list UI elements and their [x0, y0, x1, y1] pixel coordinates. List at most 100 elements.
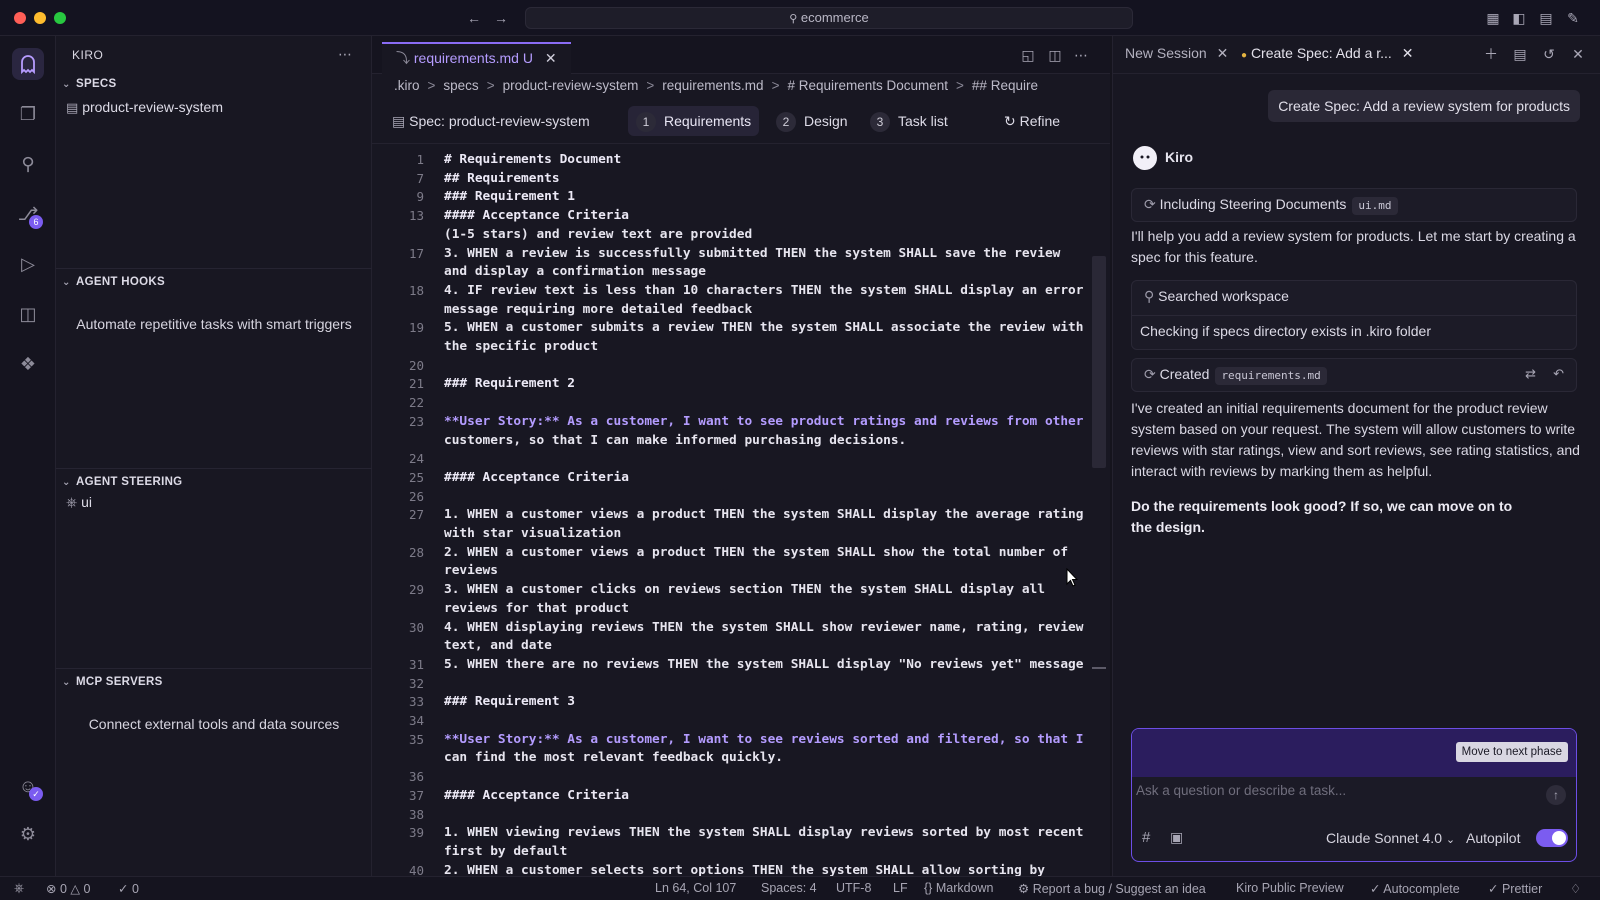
close-panel-icon[interactable]: ✕ — [1569, 45, 1587, 63]
toggle-panel-icon[interactable]: ▤ — [1537, 9, 1555, 27]
search-workspace-card[interactable]: ⚲ Searched workspace Checking if specs d… — [1131, 280, 1577, 350]
chat-tabs: New Session ✕ ● Create Spec: Add a r... … — [1113, 36, 1600, 74]
line-ending[interactable]: LF — [893, 881, 908, 895]
indentation[interactable]: Spaces: 4 — [761, 881, 817, 895]
close-tab-icon[interactable]: ✕ — [1402, 45, 1414, 61]
preview-label[interactable]: Kiro Public Preview — [1236, 881, 1344, 895]
ide-window: ← → ⚲ ecommerce ▦ ◧ ▤ ✎ ❐ ⚲ ⎇ 6 ▷ ◫ ❖ ☺ … — [0, 0, 1600, 900]
spec-label[interactable]: ▤ Spec: product-review-system — [384, 106, 598, 136]
more-actions-icon[interactable]: ⋯ — [338, 46, 352, 63]
breadcrumb-segment[interactable]: requirements.md — [662, 78, 763, 93]
split-editor-icon[interactable]: ◫ — [1046, 46, 1064, 64]
tab-create-spec[interactable]: ● Create Spec: Add a r... ✕ — [1241, 45, 1413, 62]
layout-icon[interactable]: ▦ — [1484, 9, 1502, 27]
agent-question-text: Do the requirements look good? If so, we… — [1131, 498, 1513, 535]
agent-steering-section-header[interactable]: ⌄ AGENT STEERING — [62, 476, 182, 488]
autocomplete-status[interactable]: ✓ Autocomplete — [1370, 881, 1460, 896]
minimize-window-button[interactable] — [34, 12, 46, 24]
line-number: 37 — [408, 787, 424, 803]
open-preview-icon[interactable]: ◱ — [1019, 46, 1037, 64]
breadcrumb-segment[interactable]: ## Require — [972, 78, 1038, 93]
tab-requirements-md[interactable]: ⤵ requirements.md U ✕ — [382, 42, 571, 74]
line-number: 25 — [408, 469, 424, 485]
move-to-next-phase-button[interactable]: Move to next phase — [1455, 742, 1568, 762]
code-line: 4. IF review text is less than 10 charac… — [444, 282, 1084, 298]
markdown-pin-icon: ⤵ — [396, 50, 410, 66]
close-window-button[interactable] — [14, 12, 26, 24]
search-icon: ⚲ — [1144, 288, 1155, 304]
cursor-position[interactable]: Ln 64, Col 107 — [655, 881, 736, 895]
close-tab-icon[interactable]: ✕ — [1217, 45, 1229, 61]
kiro-ghost-icon[interactable] — [12, 48, 44, 80]
language-mode[interactable]: {} Markdown — [924, 881, 994, 895]
line-number: 36 — [408, 769, 424, 785]
check-icon: ✓ — [1370, 882, 1381, 896]
mcp-servers-section-header[interactable]: ⌄ MCP SERVERS — [62, 676, 163, 688]
breadcrumb-segment[interactable]: product-review-system — [503, 78, 639, 93]
editor-tabs: ⤵ requirements.md U ✕ ◱ ◫ ⋯ — [372, 36, 1110, 74]
prettier-status[interactable]: ✓ Prettier — [1488, 881, 1542, 896]
created-file-card[interactable]: ⟳ Created requirements.md ⇄ ↶ — [1131, 358, 1577, 392]
toggle-sidebar-icon[interactable]: ◧ — [1510, 9, 1528, 27]
autopilot-toggle[interactable] — [1536, 829, 1568, 847]
extensions-icon[interactable]: ❖ — [12, 348, 44, 380]
new-session-plus-icon[interactable]: ＋ — [1482, 45, 1500, 63]
breadcrumb-segment[interactable]: specs — [443, 78, 478, 93]
sessions-list-icon[interactable]: ▤ — [1511, 45, 1529, 63]
run-debug-icon[interactable]: ▷ — [12, 248, 44, 280]
file-chip[interactable]: ui.md — [1352, 197, 1398, 215]
revert-icon[interactable]: ↶ — [1553, 366, 1564, 382]
breadcrumb-segment[interactable]: .kiro — [394, 78, 420, 93]
editor-scrollbar[interactable] — [1092, 256, 1106, 468]
ports-indicator[interactable]: ✓ 0 — [118, 881, 139, 896]
steering-docs-card[interactable]: ⟳ Including Steering Documents ui.md — [1131, 188, 1577, 222]
back-arrow-icon[interactable]: ← — [465, 9, 483, 27]
close-tab-icon[interactable]: ✕ — [545, 50, 557, 66]
breadcrumb-separator: > — [486, 78, 495, 93]
line-number: 30 — [408, 619, 424, 635]
report-bug-link[interactable]: ⚙ Report a bug / Suggest an idea — [1018, 881, 1206, 896]
steering-icon: ⟳ — [1144, 196, 1156, 212]
problems-indicator[interactable]: ⊗ 0 △ 0 — [46, 881, 90, 896]
forward-arrow-icon[interactable]: → — [492, 9, 510, 27]
tab-new-session[interactable]: New Session ✕ — [1125, 45, 1228, 62]
specs-section-header[interactable]: ⌄ SPECS — [62, 78, 117, 90]
unsaved-status: U — [522, 50, 533, 66]
breadcrumb-segment[interactable]: # Requirements Document — [787, 78, 948, 93]
agent-hooks-section-header[interactable]: ⌄ AGENT HOOKS — [62, 276, 165, 288]
line-number: 13 — [408, 208, 424, 224]
tab-design-phase[interactable]: 2 Design — [768, 106, 856, 136]
history-icon[interactable]: ↺ — [1540, 45, 1558, 63]
tab-requirements-phase[interactable]: 1 Requirements — [628, 106, 760, 136]
file-chip[interactable]: requirements.md — [1215, 367, 1327, 385]
chat-input[interactable]: Ask a question or describe a task... — [1136, 783, 1536, 805]
model-selector[interactable]: Claude Sonnet 4.0 ⌄ — [1326, 830, 1455, 846]
maximize-window-button[interactable] — [54, 12, 66, 24]
code-editor[interactable]: 1 # Requirements Document 7 ## Requirements… — [372, 148, 1090, 876]
refine-button[interactable]: ↻ Refine — [996, 106, 1068, 136]
settings-gear-icon[interactable]: ⚙ — [12, 818, 44, 850]
command-search[interactable]: ⚲ ecommerce — [525, 7, 1133, 29]
line-number: 7 — [416, 170, 424, 186]
remote-icon[interactable]: ⎈ — [14, 881, 24, 896]
spec-item-product-review-system[interactable]: ▤ product-review-system — [66, 99, 223, 116]
hash-context-icon[interactable]: # — [1142, 829, 1150, 846]
agent-name: Kiro — [1165, 149, 1193, 165]
image-attach-icon[interactable]: ▣ — [1170, 829, 1183, 846]
notifications-bell-icon[interactable]: ♢ — [1570, 881, 1581, 896]
line-number: 35 — [408, 731, 424, 747]
toggle-chat-icon[interactable]: ✎ — [1564, 9, 1582, 27]
encoding[interactable]: UTF-8 — [836, 881, 871, 895]
code-line: 1. WHEN a customer views a product THEN … — [444, 507, 1084, 523]
diff-icon[interactable]: ⇄ — [1525, 366, 1536, 382]
line-number: 23 — [408, 413, 424, 429]
steering-item-ui[interactable]: ⎈ ui — [66, 494, 92, 511]
send-arrow-icon[interactable]: ↑ — [1546, 785, 1566, 805]
search-icon[interactable]: ⚲ — [12, 148, 44, 180]
divider — [56, 268, 372, 269]
explorer-icon[interactable]: ❐ — [12, 98, 44, 130]
remote-explorer-icon[interactable]: ◫ — [12, 298, 44, 330]
tab-task-list-phase[interactable]: 3 Task list — [862, 106, 956, 136]
code-line: customers, so that I can make informed p… — [444, 432, 907, 448]
more-actions-icon[interactable]: ⋯ — [1072, 46, 1090, 64]
